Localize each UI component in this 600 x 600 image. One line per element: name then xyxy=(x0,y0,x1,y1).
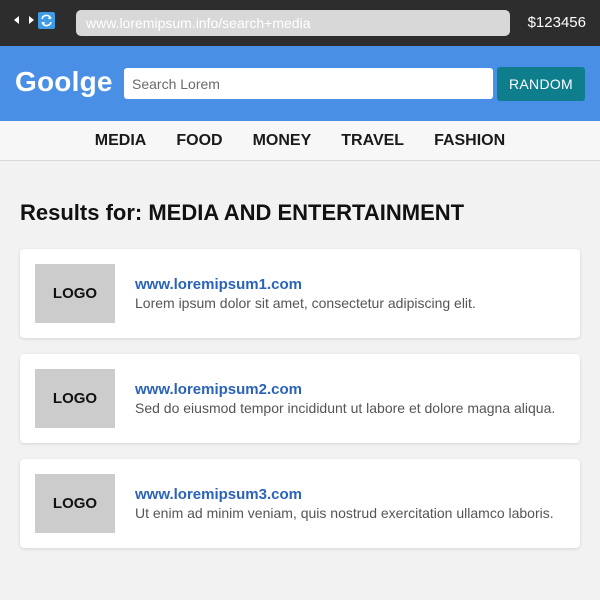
result-card: LOGO www.loremipsum2.com Sed do eiusmod … xyxy=(20,354,580,443)
category-fashion[interactable]: FASHION xyxy=(434,132,505,150)
search-input[interactable] xyxy=(124,68,493,99)
result-description: Sed do eiusmod tempor incididunt ut labo… xyxy=(135,400,556,416)
category-travel[interactable]: TRAVEL xyxy=(341,132,404,150)
result-logo: LOGO xyxy=(35,474,115,533)
forward-arrow-icon[interactable] xyxy=(29,16,34,24)
browser-bar: www.loremipsum.info/search+media $123456 xyxy=(0,0,600,46)
result-logo: LOGO xyxy=(35,369,115,428)
site-header: Goolge RANDOM xyxy=(0,46,600,121)
category-media[interactable]: MEDIA xyxy=(95,132,147,150)
result-logo: LOGO xyxy=(35,264,115,323)
category-nav: MEDIA FOOD MONEY TRAVEL FASHION xyxy=(0,121,600,161)
results-title: Results for: MEDIA AND ENTERTAINMENT xyxy=(20,200,465,225)
brand-logo[interactable]: Goolge xyxy=(15,66,113,98)
nav-arrows xyxy=(14,13,34,27)
balance-display: $123456 xyxy=(527,14,586,31)
result-description: Lorem ipsum dolor sit amet, consectetur … xyxy=(135,295,476,311)
result-link[interactable]: www.loremipsum3.com xyxy=(135,486,302,503)
result-description: Ut enim ad minim veniam, quis nostrud ex… xyxy=(135,505,554,521)
random-button[interactable]: RANDOM xyxy=(497,67,585,101)
category-money[interactable]: MONEY xyxy=(253,132,312,150)
category-food[interactable]: FOOD xyxy=(176,132,222,150)
url-bar[interactable]: www.loremipsum.info/search+media xyxy=(76,10,510,36)
result-link[interactable]: www.loremipsum1.com xyxy=(135,276,302,293)
refresh-icon[interactable] xyxy=(38,12,55,29)
back-arrow-icon[interactable] xyxy=(14,16,19,24)
result-link[interactable]: www.loremipsum2.com xyxy=(135,381,302,398)
result-card: LOGO www.loremipsum3.com Ut enim ad mini… xyxy=(20,459,580,548)
result-card: LOGO www.loremipsum1.com Lorem ipsum dol… xyxy=(20,249,580,338)
